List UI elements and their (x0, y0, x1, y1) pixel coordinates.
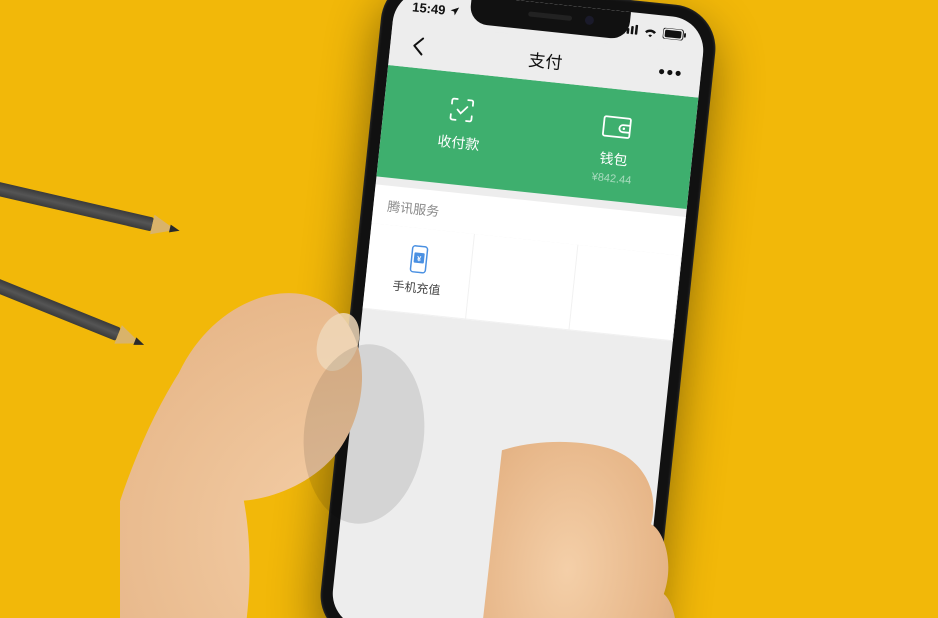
scene-background: 15:49 (0, 0, 938, 618)
pay-receive-button[interactable]: 收付款 (378, 87, 541, 177)
qr-scan-icon (445, 93, 478, 126)
wallet-balance: ¥842.44 (591, 171, 632, 187)
wallet-button[interactable]: 钱包 ¥842.44 (533, 103, 696, 193)
phone-device: 15:49 (316, 0, 720, 618)
battery-icon (662, 27, 687, 40)
mobile-topup-button[interactable]: ¥ 手机充值 (363, 223, 475, 319)
empty-grid-cell (466, 234, 578, 330)
mobile-topup-icon: ¥ (407, 244, 432, 274)
location-arrow-icon (449, 5, 461, 17)
status-time: 15:49 (412, 0, 447, 17)
back-button[interactable] (398, 22, 438, 70)
mobile-topup-label: 手机充值 (392, 277, 442, 299)
pencil-decoration (0, 216, 121, 341)
wallet-icon (601, 110, 634, 143)
wifi-icon (643, 25, 659, 38)
more-button[interactable]: ••• (651, 49, 691, 97)
phone-screen: 15:49 (329, 0, 706, 618)
pay-receive-label: 收付款 (436, 131, 480, 155)
content-area: 收付款 钱包 ¥842.44 (329, 65, 698, 618)
wallet-label: 钱包 (599, 148, 629, 171)
pencil-decoration (0, 150, 154, 231)
chevron-left-icon (411, 35, 425, 56)
page-title: 支付 (527, 45, 563, 73)
empty-grid-cell (569, 245, 681, 341)
